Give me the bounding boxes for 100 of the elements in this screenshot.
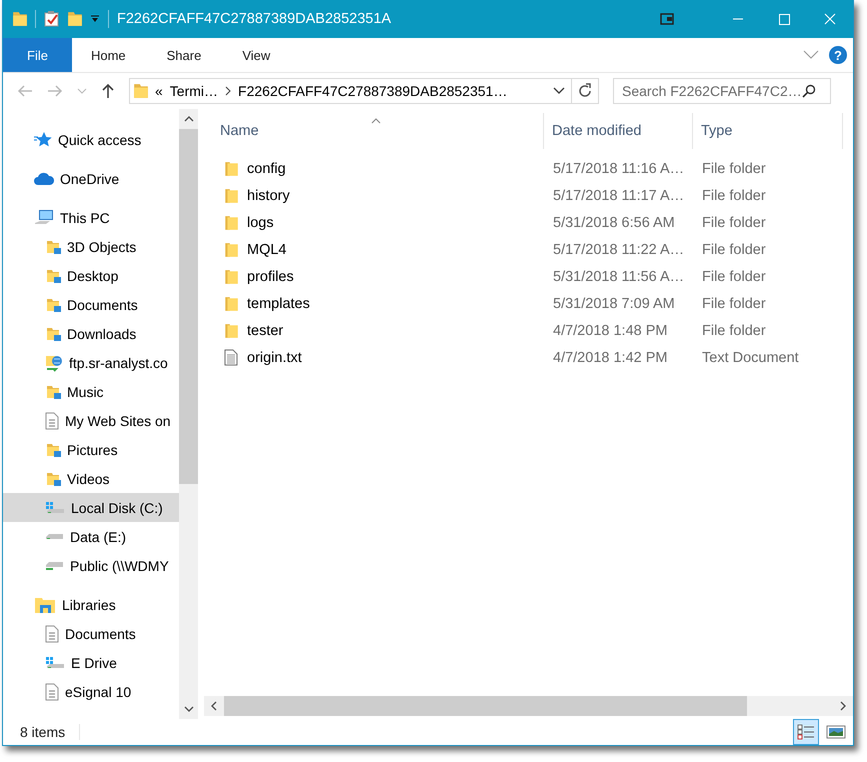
type-cell-text: File folder: [701, 296, 767, 312]
file-row-name[interactable]: profiles: [204, 268, 545, 284]
overflow-chevron[interactable]: «: [155, 83, 163, 99]
details-view-icon: [797, 724, 815, 740]
file-row-name[interactable]: logs: [204, 214, 545, 230]
folder-icon: [45, 268, 61, 284]
folder-icon: [45, 442, 61, 458]
nav-item[interactable]: Documents: [3, 290, 179, 319]
folder-icon: [224, 322, 238, 338]
folder-icon: [224, 214, 238, 230]
file-row-name[interactable]: MQL4: [204, 242, 545, 258]
file-row-name[interactable]: templates: [204, 296, 545, 312]
date-cell-text: 5/17/2018 11:16 A…: [552, 160, 686, 176]
cloud-icon: [34, 172, 54, 186]
nav-item[interactable]: Desktop: [3, 261, 179, 290]
view-button[interactable]: [793, 719, 819, 745]
chevron-down-icon[interactable]: [184, 706, 194, 712]
nav-item[interactable]: Videos: [3, 464, 179, 493]
type-cell-text: Text Document: [701, 350, 800, 366]
type-cell-text: File folder: [701, 160, 767, 176]
nav-item[interactable]: Quick access: [3, 125, 179, 154]
breadcrumb[interactable]: F2262CFAFF47C27887389DAB2852351…: [238, 83, 508, 99]
nav-item[interactable]: This PC: [3, 203, 179, 232]
search-field[interactable]: Search F2262CFAFF47C2…: [613, 78, 831, 104]
date-cell-text: 5/31/2018 6:56 AM: [552, 214, 676, 230]
page-icon: [45, 624, 59, 642]
chevron-left-icon[interactable]: [211, 701, 217, 711]
folder-icon: [224, 160, 238, 176]
folder-icon: [134, 83, 148, 99]
search-icon[interactable]: [802, 84, 816, 98]
date-cell-text: 4/7/2018 1:42 PM: [552, 350, 668, 366]
chevron-right-icon[interactable]: [840, 701, 846, 711]
dropdown-icon[interactable]: [90, 15, 100, 23]
nav-item[interactable]: Downloads: [3, 319, 179, 348]
page-icon: [45, 682, 59, 700]
folder-icon: [224, 296, 238, 312]
globe-icon: [45, 354, 63, 372]
breadcrumb[interactable]: Termi…: [170, 83, 218, 99]
column-header[interactable]: Type: [693, 113, 843, 149]
type-cell-text: File folder: [701, 322, 767, 338]
computer-icon: [34, 208, 54, 226]
chevron-down-icon[interactable]: [553, 87, 565, 95]
help-button[interactable]: ?: [829, 46, 847, 64]
window-title: F2262CFAFF47C27887389DAB2852351A: [117, 11, 392, 27]
type-cell-text: File folder: [701, 188, 767, 204]
file-row-name[interactable]: origin.txt: [204, 349, 545, 366]
nav-item[interactable]: Documents: [3, 619, 179, 648]
folder-icon: [224, 268, 238, 284]
page-icon: [45, 412, 59, 430]
nav-item[interactable]: Local Disk (C:): [3, 493, 179, 522]
star-icon: [34, 130, 52, 148]
ribbon-tab[interactable]: File: [3, 38, 72, 72]
address-bar[interactable]: « Termi… F2262CFAFF47C27887389DAB2852351…: [129, 78, 599, 104]
nav-item[interactable]: Libraries: [3, 590, 179, 619]
folder-icon: [45, 384, 61, 400]
date-cell-text: 5/31/2018 11:56 A…: [552, 268, 686, 284]
item-count: 8 items: [20, 724, 80, 740]
close-icon[interactable]: [822, 11, 838, 27]
nav-item[interactable]: Data (E:): [3, 522, 179, 551]
scrollbar[interactable]: [204, 696, 853, 716]
drive-icon: [45, 654, 65, 670]
drive-icon: [45, 500, 65, 516]
nav-item[interactable]: My Web Sites on: [3, 406, 179, 435]
folder-icon: [45, 326, 61, 342]
large-icons-view-icon: [826, 724, 846, 740]
folder-icon: [45, 296, 61, 312]
column-header[interactable]: Date modified: [544, 113, 693, 149]
nav-item[interactable]: 3D Objects: [3, 232, 179, 261]
chevron-up-icon[interactable]: [184, 116, 194, 122]
nav-item[interactable]: ftp.sr-analyst.co: [3, 348, 179, 377]
file-row-name[interactable]: tester: [204, 322, 545, 338]
file-row-name[interactable]: config: [204, 160, 545, 176]
checkmark-icon[interactable]: [44, 11, 60, 27]
date-cell-text: 5/17/2018 11:22 A…: [552, 242, 686, 258]
library-icon: [34, 596, 56, 614]
nav-item[interactable]: OneDrive: [3, 164, 179, 193]
type-cell-text: File folder: [701, 214, 767, 230]
sort-caret-icon: [371, 118, 381, 124]
file-row-name[interactable]: history: [204, 188, 545, 204]
date-cell-text: 4/7/2018 1:48 PM: [552, 322, 668, 338]
text-file-icon: [224, 349, 238, 366]
chevron-right-icon[interactable]: [225, 86, 232, 96]
folder-icon: [224, 188, 238, 204]
date-cell-text: 5/31/2018 7:09 AM: [552, 296, 676, 312]
type-cell-text: File folder: [701, 268, 767, 284]
nav-item[interactable]: Pictures: [3, 435, 179, 464]
folder-icon: [224, 242, 238, 258]
nav-item[interactable]: E Drive: [3, 648, 179, 677]
scrollbar[interactable]: [179, 109, 198, 719]
refresh-icon[interactable]: [577, 83, 593, 99]
nav-item[interactable]: eSignal 10: [3, 677, 179, 706]
column-header[interactable]: Name: [204, 113, 544, 149]
up-arrow-icon[interactable]: [101, 83, 115, 99]
nav-item[interactable]: Music: [3, 377, 179, 406]
folder-icon: [45, 238, 61, 254]
folder-icon: [45, 470, 61, 486]
network-drive-icon: [45, 561, 64, 570]
tablet-icon[interactable]: [659, 11, 675, 27]
maximize-icon[interactable]: [776, 11, 792, 27]
nav-item[interactable]: Public (\\WDMY: [3, 551, 179, 580]
